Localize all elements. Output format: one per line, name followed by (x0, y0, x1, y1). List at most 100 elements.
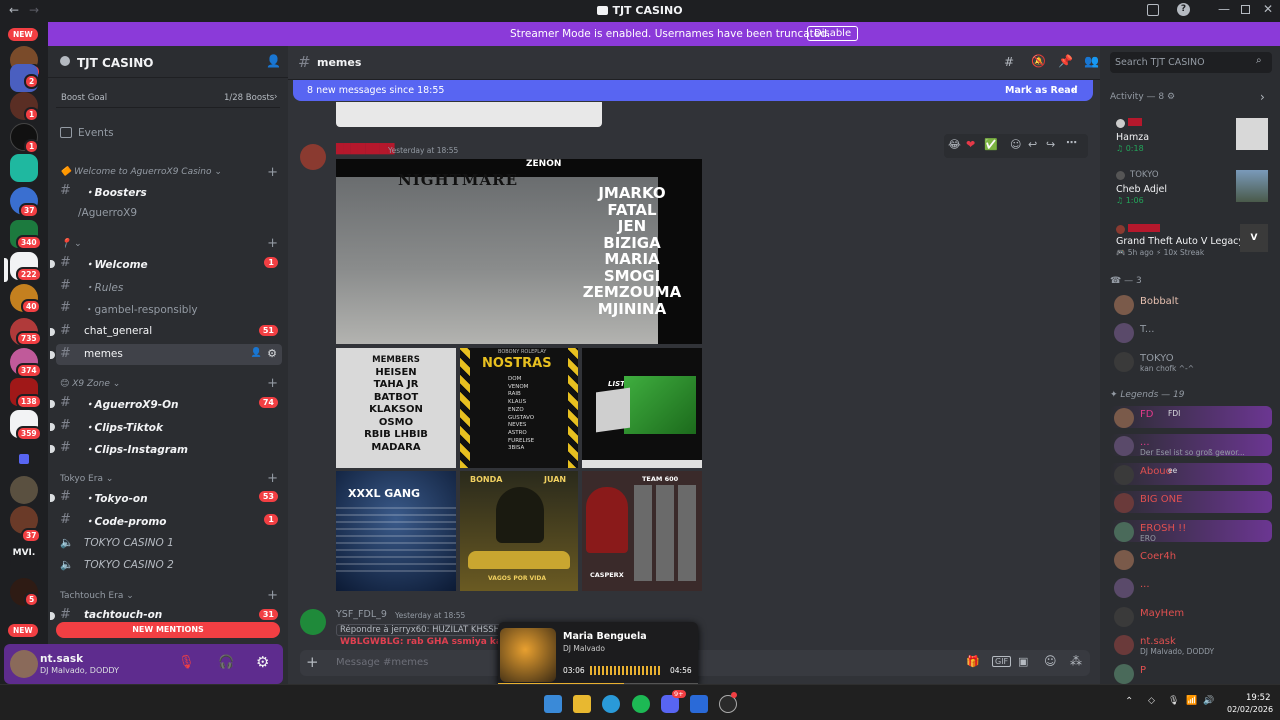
voice-channel-tokyo-casino-1[interactable]: 🔈 TOKYO CASINO 1 (56, 533, 282, 554)
boost-goal[interactable]: Boost Goal 1/28 Boosts › (56, 88, 280, 108)
previous-message-image[interactable] (336, 102, 602, 127)
mute-mic-icon[interactable]: 🎙 (178, 655, 195, 670)
deafen-icon[interactable]: 🎧 (218, 655, 234, 670)
forward-icon[interactable]: ↪ (1046, 138, 1055, 151)
activity-card[interactable]: Grand Theft Auto V Legacy 🎮 5h ago ⚡ 10x… (1110, 222, 1272, 262)
channel-rules[interactable]: # ・Rules (56, 276, 282, 297)
inbox-icon[interactable] (1147, 4, 1159, 16)
message-author-redacted[interactable]: ████████ (336, 144, 394, 155)
channel-boosters[interactable]: # ・Boosters (56, 181, 282, 202)
channel-welcome[interactable]: # ・Welcome 1 (50, 253, 282, 274)
reaction-check[interactable]: ✅ (984, 138, 998, 151)
activity-card[interactable]: TOKYO Cheb Adjel ♫ 1:06 (1110, 168, 1272, 208)
server-header[interactable]: TJT CASINO ⌄ 👤 (48, 46, 288, 78)
new-unreads-pill-bottom[interactable]: NEW (8, 624, 38, 637)
reply-icon[interactable]: ↩ (1028, 138, 1037, 151)
channel-aguerrox9-on[interactable]: # ・AguerroX9-On 74 (50, 393, 282, 414)
attachment-image-members[interactable]: MEMBERS HEISEN TAHA JR BATBOT KLAKSON OSMO RBI… (336, 348, 456, 468)
sticker-icon[interactable]: ▣ (1018, 655, 1028, 668)
invite-people-icon[interactable]: 👤 (266, 54, 281, 68)
maximize-button[interactable] (1241, 5, 1250, 14)
member-row[interactable]: Bobbalt (1110, 293, 1272, 315)
activity-card[interactable]: Hamza ♫ 0:18 (1110, 116, 1272, 156)
avatar[interactable] (10, 650, 38, 678)
chevron-right-icon[interactable]: › (1260, 90, 1265, 104)
edge-browser-icon[interactable] (602, 695, 620, 713)
member-row[interactable]: ... Der Esel ist so groß gewor... (1110, 434, 1272, 457)
mark-as-read-button[interactable]: Mark as Read (1005, 85, 1078, 96)
gift-icon[interactable]: 🎁 (966, 655, 980, 668)
wifi-icon[interactable]: 📶 (1186, 696, 1197, 706)
new-unreads-pill-top[interactable]: NEW (8, 28, 38, 41)
server-icon[interactable] (10, 154, 38, 182)
member-list-icon[interactable]: 👥 (1084, 54, 1099, 68)
channel-tokyo-on[interactable]: # ・Tokyo-on 53 (50, 487, 282, 508)
attachment-image-team-600[interactable]: TEAM 600 CASPERX (582, 471, 702, 591)
member-row[interactable]: Abouo ee (1110, 462, 1272, 485)
tray-overflow-icon[interactable]: ⌃ (1125, 696, 1133, 707)
notification-bell-off-icon[interactable]: 🔕 (1031, 54, 1046, 68)
search-input[interactable]: Search TJT CASINO ⌕ (1110, 52, 1272, 73)
message-input[interactable]: Message #memes (336, 657, 428, 668)
more-options-icon[interactable]: ⋯ (1066, 136, 1077, 149)
server-icon-mvi[interactable]: MVI. (10, 546, 38, 574)
volume-icon[interactable]: 🔊 (1203, 696, 1214, 706)
user-settings-gear-icon[interactable]: ⚙ (256, 653, 269, 671)
gif-icon[interactable]: GIF (992, 656, 1012, 667)
member-row[interactable]: FD FDI (1110, 406, 1272, 428)
invite-icon[interactable]: 👤 (251, 348, 262, 358)
apps-icon[interactable]: ⁂ (1070, 654, 1082, 668)
attachment-image-xxxl-gang[interactable]: XXXL GANG (336, 471, 456, 591)
attachment-image-nightmare[interactable]: ​ ZENON NIGHTMARE JMARKOFATALJENBIZIGAMA… (336, 159, 702, 344)
channel-memes[interactable]: # memes 👤 ⚙ (50, 344, 282, 365)
gear-icon[interactable]: ⚙ (267, 347, 277, 360)
help-icon[interactable]: ? (1177, 3, 1190, 16)
member-row[interactable]: MayHem (1110, 605, 1272, 627)
pin-icon[interactable]: 📌 (1058, 54, 1073, 68)
activity-header[interactable]: Activity — 8 ⚙ (1110, 92, 1272, 102)
voice-channel-tokyo-casino-2[interactable]: 🔈 TOKYO CASINO 2 (56, 555, 282, 576)
minimize-button[interactable]: — (1218, 2, 1230, 16)
category-pin[interactable]: 📍 ⌄ (60, 239, 82, 249)
member-row[interactable]: ... (1110, 576, 1272, 599)
reaction-laugh[interactable]: 😂 (948, 138, 961, 151)
file-explorer-icon[interactable] (573, 695, 591, 713)
channel-code-promo[interactable]: # ・Code-promo 1 (56, 510, 282, 531)
member-row[interactable]: Coer4h (1110, 548, 1272, 570)
reaction-heart[interactable]: ❤ (966, 138, 975, 151)
avatar[interactable] (300, 609, 326, 635)
microphone-icon[interactable]: 🎙 (1168, 696, 1179, 706)
new-messages-bar[interactable]: 8 new messages since 18:55 Mark as Read … (293, 80, 1093, 101)
member-row[interactable]: BIG ONE (1110, 491, 1272, 514)
member-row[interactable]: P (1110, 662, 1272, 684)
add-channel-icon[interactable]: + (267, 588, 278, 603)
threads-icon[interactable]: # (1004, 55, 1014, 69)
new-mentions-pill[interactable]: NEW MENTIONS (56, 622, 280, 638)
disable-streamer-mode-button[interactable]: Disable (807, 26, 859, 41)
member-row[interactable]: TOKYO kan chofk ^-^ (1110, 350, 1272, 373)
attachment-image-liste-gang[interactable]: LISTE GANG (582, 348, 702, 468)
clock-time[interactable]: 19:52 (1246, 693, 1271, 703)
clock-date[interactable]: 02/02/2026 (1227, 705, 1273, 714)
channel-gambel-responsibly[interactable]: # ・gambel-responsibly (56, 298, 282, 319)
attachment-image-vagos[interactable]: BONDA JUAN VAGOS POR VIDA (460, 471, 578, 591)
attachment-image-nostras[interactable]: BOBONY ROLEPLAY NOSTRAS DOM VENOM RAIB KLAU… (460, 348, 578, 468)
member-row[interactable]: T... (1110, 321, 1272, 344)
album-art[interactable] (500, 628, 556, 682)
channel-aguerrox9[interactable]: /AguerroX9 (56, 203, 282, 224)
tray-app-icon[interactable]: ◇ (1148, 696, 1155, 706)
add-reaction-icon[interactable]: ☺ (1010, 138, 1021, 151)
member-row[interactable]: EROSH !! ERO (1110, 519, 1272, 543)
store-icon[interactable] (690, 695, 708, 713)
category-tachtouch-era[interactable]: Tachtouch Era ⌄ (60, 591, 134, 601)
server-icon[interactable] (10, 476, 38, 504)
add-channel-icon[interactable]: + (267, 471, 278, 486)
add-channel-icon[interactable]: + (267, 165, 278, 180)
windows-start-icon[interactable] (544, 695, 562, 713)
category-welcome[interactable]: 🔶 Welcome to AguerroX9 Casino ⌄ (60, 167, 222, 177)
spotify-icon[interactable] (632, 695, 650, 713)
member-row[interactable]: nt.sask DJ Malvado, DODDY (1110, 633, 1272, 656)
category-x9-zone[interactable]: 😊 X9 Zone ⌄ (60, 379, 120, 389)
events-item[interactable]: Events (48, 124, 288, 144)
add-channel-icon[interactable]: + (267, 236, 278, 251)
